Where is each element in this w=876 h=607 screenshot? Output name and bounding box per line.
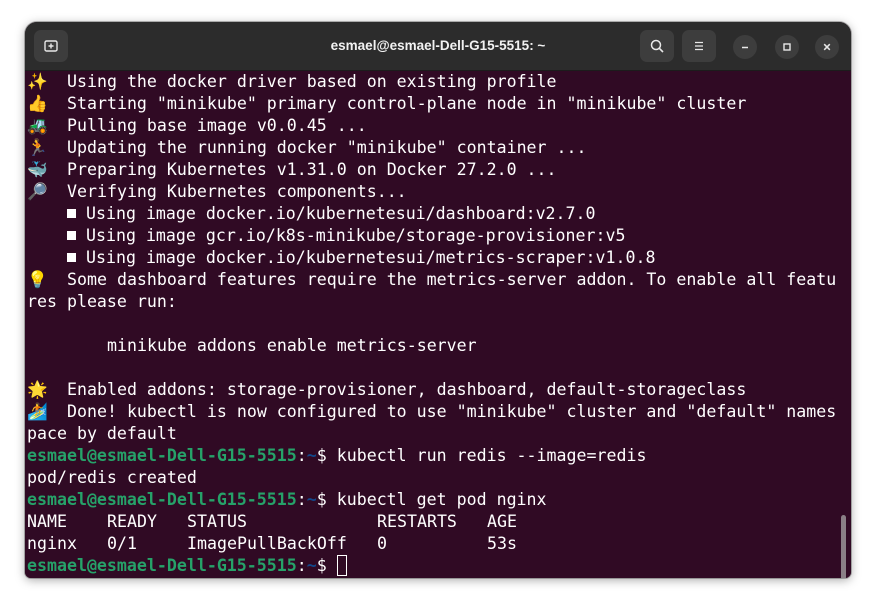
maximize-icon	[783, 43, 791, 51]
star-icon: 🌟	[27, 380, 48, 399]
runner-icon: 🏃	[27, 138, 48, 157]
output-line: 👍 Starting "minikube" primary control-pla…	[27, 94, 747, 113]
text-cursor[interactable]	[336, 555, 347, 576]
minimize-icon	[742, 46, 748, 49]
output-line: 🔎 Verifying Kubernetes components...	[27, 182, 407, 201]
prompt-user-host: esmael@esmael-Dell-G15-5515	[27, 490, 297, 509]
table-header: NAME READY STATUS RESTARTS AGE	[27, 511, 851, 533]
suggested-command: minikube addons enable metrics-server	[107, 336, 477, 355]
prompt-separator: :	[296, 490, 307, 509]
prompt-symbol: $	[316, 490, 337, 509]
magnifier-icon: 🔎	[27, 182, 48, 201]
prompt-path: ~	[306, 446, 317, 465]
search-icon	[650, 39, 664, 53]
hamburger-menu-icon	[695, 41, 703, 51]
column-header: AGE	[487, 512, 517, 531]
new-tab-icon	[44, 40, 58, 52]
sparkles-icon: ✨	[27, 72, 48, 91]
prompt-user-host: esmael@esmael-Dell-G15-5515	[27, 446, 297, 465]
lightbulb-icon: 💡	[27, 270, 48, 289]
prompt-path: ~	[306, 556, 317, 575]
prompt-line: esmael@esmael-Dell-G15-5515:~$ kubectl r…	[27, 445, 851, 467]
window-title: esmael@esmael-Dell-G15-5515: ~	[330, 38, 546, 53]
bullet-line: Using image gcr.io/k8s-minikube/storage-…	[27, 225, 851, 247]
table-cell: 0	[377, 534, 387, 553]
tractor-icon: 🚜	[27, 116, 48, 135]
surfer-icon: 🏄	[27, 402, 48, 421]
prompt-symbol: $	[316, 446, 337, 465]
scrollbar-thumb[interactable]	[841, 515, 846, 578]
prompt-user-host: esmael@esmael-Dell-G15-5515	[27, 556, 297, 575]
close-icon	[823, 43, 831, 51]
prompt-separator: :	[296, 446, 307, 465]
column-header: RESTARTS	[377, 512, 457, 531]
table-row: nginx 0/1 ImagePullBackOff 0 53s	[27, 533, 851, 555]
prompt-symbol: $	[316, 556, 337, 575]
output-line: 🚜 Pulling base image v0.0.45 ...	[27, 116, 367, 135]
output-line: ✨ Using the docker driver based on existi…	[27, 72, 557, 91]
prompt-line[interactable]: esmael@esmael-Dell-G15-5515:~$	[27, 555, 851, 577]
output-line: 🏄 Done! kubectl is now configured to use …	[27, 402, 837, 421]
output-line-wrap: pace by default	[27, 424, 177, 443]
title-bar[interactable]: esmael@esmael-Dell-G15-5515: ~	[25, 22, 851, 71]
output-line: 🌟 Enabled addons: storage-provisioner, da…	[27, 380, 747, 399]
bullet-line: Using image docker.io/kubernetesui/dashb…	[27, 203, 851, 225]
table-cell: nginx	[27, 534, 77, 553]
column-header: NAME	[27, 512, 67, 531]
terminal-window: esmael@esmael-Dell-G15-5515: ~ ✨ Using t…	[25, 22, 851, 578]
bullet-square-icon	[67, 253, 76, 262]
bullet-line: Using image docker.io/kubernetesui/metri…	[27, 247, 851, 269]
prompt-path: ~	[306, 490, 317, 509]
command-text: kubectl get pod nginx	[336, 490, 547, 509]
whale-icon: 🐳	[27, 160, 48, 179]
menu-button[interactable]	[682, 30, 716, 62]
bullet-square-icon	[67, 231, 76, 240]
bullet-square-icon	[67, 209, 76, 218]
close-button[interactable]	[815, 35, 839, 59]
table-cell: ImagePullBackOff	[187, 534, 347, 553]
output-line-wrap: res please run:	[27, 292, 177, 311]
command-text: kubectl run redis --image=redis	[336, 446, 647, 465]
command-output: pod/redis created	[27, 468, 197, 487]
prompt-separator: :	[296, 556, 307, 575]
output-line: 💡 Some dashboard features require the met…	[27, 270, 837, 289]
prompt-line: esmael@esmael-Dell-G15-5515:~$ kubectl g…	[27, 489, 851, 511]
output-line: 🐳 Preparing Kubernetes v1.31.0 on Docker …	[27, 160, 557, 179]
column-header: READY	[107, 512, 157, 531]
search-button[interactable]	[640, 30, 674, 62]
thumbs-up-icon: 👍	[27, 94, 48, 113]
minimize-button[interactable]	[733, 35, 757, 59]
table-cell: 53s	[487, 534, 517, 553]
table-cell: 0/1	[107, 534, 137, 553]
maximize-button[interactable]	[775, 35, 799, 59]
new-tab-button[interactable]	[34, 30, 68, 62]
column-header: STATUS	[187, 512, 247, 531]
terminal-output[interactable]: ✨ Using the docker driver based on existi…	[25, 71, 851, 578]
output-line: 🏃 Updating the running docker "minikube" …	[27, 138, 587, 157]
